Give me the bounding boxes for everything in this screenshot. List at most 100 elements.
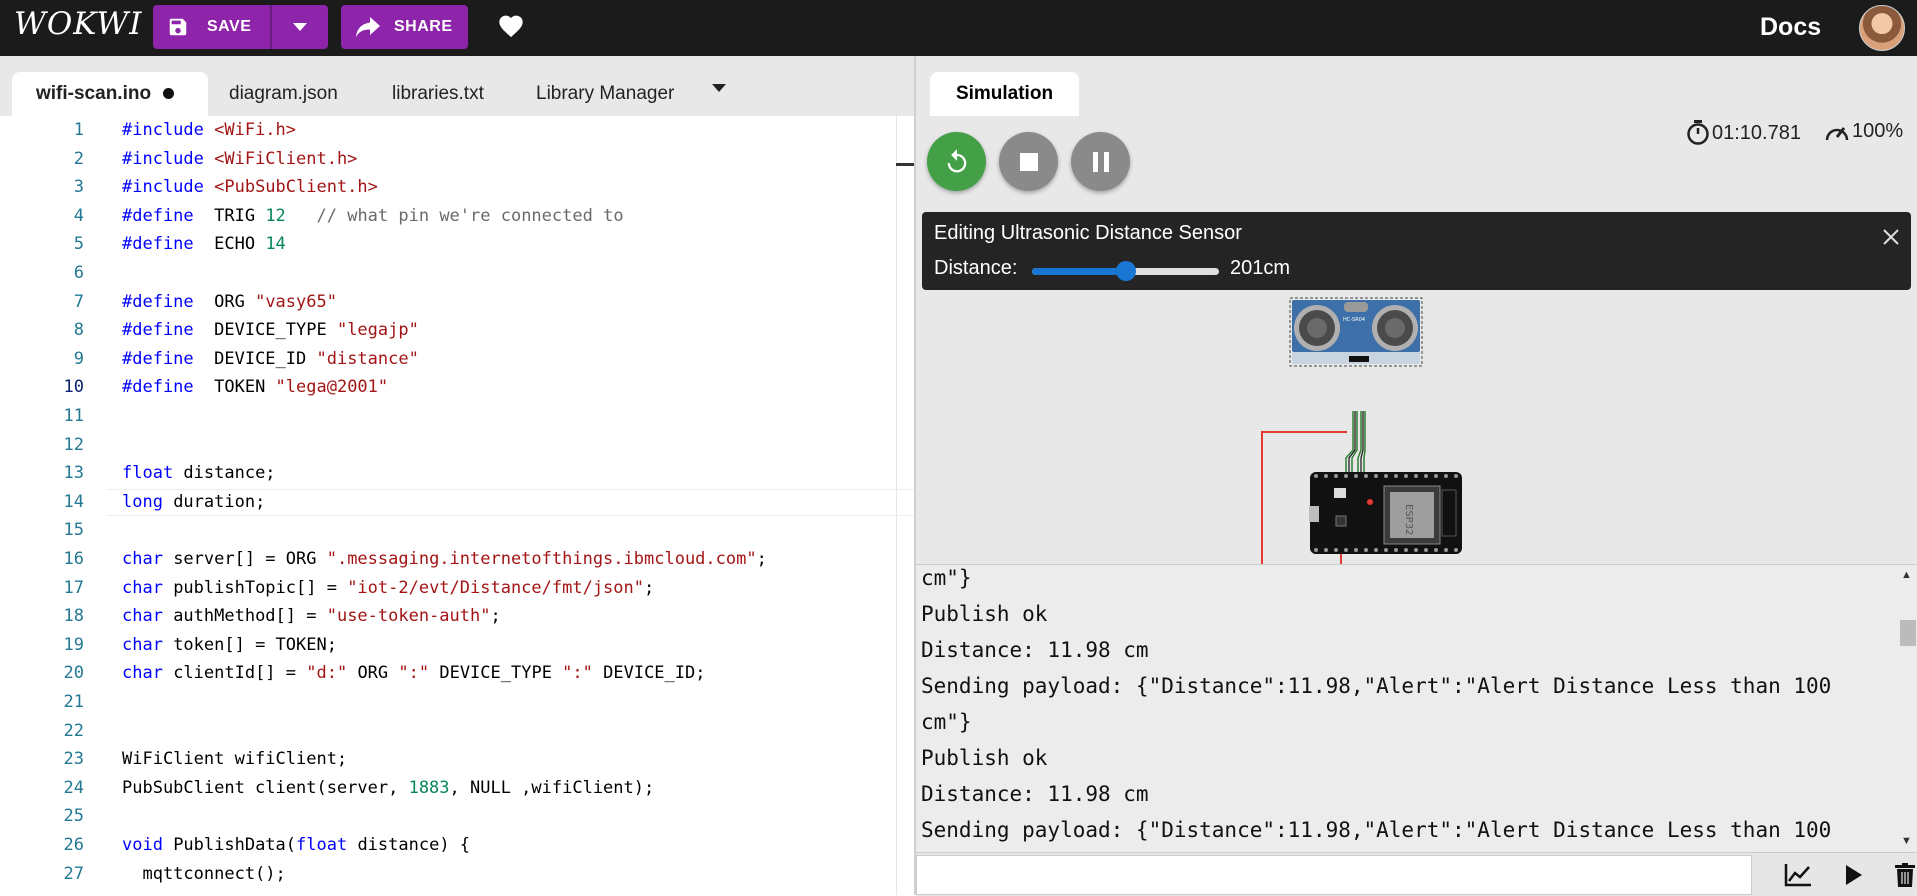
code-line: 7 #define ORG "vasy65" [0, 288, 896, 316]
code-line: 22 [0, 717, 896, 745]
speed-value: 100% [1852, 120, 1904, 142]
editor-scrollbar[interactable] [896, 116, 914, 895]
esp32-board[interactable]: ESP32 [1309, 472, 1462, 554]
user-avatar[interactable] [1859, 5, 1905, 51]
top-bar: WOKWI SAVE SHARE Docs [0, 0, 1917, 56]
line-number: 4 [73, 205, 84, 226]
chart-line-icon [1784, 864, 1811, 887]
code-text: #define TRIG 12 // what pin we're connec… [122, 205, 624, 226]
stop-button[interactable] [999, 132, 1058, 191]
heart-icon [499, 15, 523, 38]
line-number: 14 [63, 491, 84, 512]
distance-slider[interactable] [1032, 261, 1219, 281]
save-button[interactable]: SAVE [153, 5, 270, 49]
code-line: 10 #define TOKEN "lega@2001" [0, 373, 896, 401]
line-number: 22 [63, 720, 84, 741]
serial-line: Distance: 11.98 cm [921, 638, 1149, 662]
tabs-dropdown-icon[interactable] [712, 84, 726, 92]
close-icon[interactable] [1882, 228, 1900, 246]
wokwi-logo[interactable]: WOKWI [14, 6, 142, 42]
stop-icon [1019, 152, 1038, 171]
play-icon [1846, 865, 1862, 885]
tab-libraries-txt[interactable]: libraries.txt [392, 72, 484, 116]
code-line: 1 #include <WiFi.h> [0, 116, 896, 144]
code-text: PubSubClient client(server, 1883, NULL ,… [122, 777, 655, 798]
simulation-speed: 100% [1824, 120, 1903, 143]
code-editor[interactable]: 1 #include <WiFi.h> 2 #include <WiFiClient.… [0, 116, 914, 895]
code-text: #define ORG "vasy65" [122, 291, 337, 312]
code-text: #define DEVICE_ID "distance" [122, 348, 419, 369]
line-number: 5 [73, 234, 84, 255]
pause-button[interactable] [1071, 132, 1130, 191]
share-label: SHARE [394, 18, 453, 35]
code-line: 4 #define TRIG 12 // what pin we're conne… [0, 202, 896, 230]
line-number: 3 [73, 177, 84, 198]
serial-line: Sending payload: {"Distance":11.98,"Aler… [921, 818, 1832, 842]
code-line: 20 char clientId[] = "d:" ORG ":" DEVICE_… [0, 659, 896, 687]
line-number: 21 [63, 692, 84, 712]
tab-wifi-scan[interactable]: wifi-scan.ino [12, 72, 208, 116]
code-line: 21 [0, 688, 896, 716]
simulation-pane: Simulation 01:10.781 100% Editing Ultras… [916, 56, 1917, 588]
code-text: #define DEVICE_TYPE "legajp" [122, 320, 419, 341]
line-number: 27 [63, 863, 84, 884]
code-line: 6 [0, 259, 896, 287]
scroll-up-icon[interactable]: ▲ [1901, 569, 1912, 581]
line-number: 26 [63, 835, 84, 855]
slider-thumb[interactable] [1115, 261, 1136, 281]
serial-monitor[interactable]: cm"} Publish ok Distance: 11.98 cm Sending … [916, 564, 1917, 853]
stopwatch-icon [1687, 120, 1709, 145]
tab-label: wifi-scan.ino [36, 83, 152, 104]
tab-library-manager[interactable]: Library Manager [536, 72, 674, 116]
save-label: SAVE [207, 18, 252, 35]
scroll-down-icon[interactable]: ▼ [1901, 835, 1912, 847]
like-button[interactable] [497, 12, 525, 43]
slider-fill [1032, 268, 1126, 275]
code-text: char publishTopic[] = "iot-2/evt/Distanc… [122, 577, 655, 598]
save-dropdown-button[interactable] [272, 5, 328, 49]
code-text: char authMethod[] = "use-token-auth"; [122, 606, 501, 627]
line-number: 12 [63, 434, 84, 455]
distance-value: 201cm [1230, 257, 1291, 279]
line-number: 11 [63, 406, 84, 426]
speedometer-icon [1825, 126, 1849, 140]
tab-diagram-json[interactable]: diagram.json [229, 72, 338, 116]
code-text: #include <WiFi.h> [122, 120, 297, 140]
resume-autoscroll-button[interactable] [1834, 856, 1874, 894]
line-number: 25 [63, 806, 84, 827]
code-line: 16 char server[] = ORG ".messaging.intern… [0, 545, 896, 573]
share-button[interactable]: SHARE [341, 5, 468, 49]
line-number: 24 [63, 777, 84, 798]
serial-input[interactable] [916, 855, 1752, 895]
line-number: 6 [73, 263, 84, 283]
line-number: 17 [63, 577, 84, 598]
code-line: 2 #include <WiFiClient.h> [0, 145, 896, 173]
line-number: 10 [63, 377, 84, 398]
serial-line: Distance: 11.98 cm [921, 782, 1149, 806]
line-number: 1 [73, 120, 84, 140]
line-number: 18 [63, 606, 84, 627]
serial-line: Sending payload: {"Distance":11.98,"Aler… [921, 674, 1832, 698]
ultrasonic-sensor[interactable]: HC-SR04 [1289, 297, 1423, 367]
code-line: 23 WiFiClient wifiClient; [0, 745, 896, 773]
code-text: #include <PubSubClient.h> [122, 177, 378, 198]
sensor-label: HC-SR04 [1343, 317, 1365, 323]
restart-button[interactable] [927, 132, 986, 191]
serial-scrollbar[interactable]: ▲ ▼ [1896, 565, 1917, 853]
simulation-canvas[interactable]: HC-SR04 ESP32 [916, 290, 1917, 588]
code-line: 17 char publishTopic[] = "iot-2/evt/Dista… [0, 574, 896, 602]
clear-button[interactable] [1885, 856, 1917, 894]
docs-link[interactable]: Docs [1760, 13, 1821, 42]
pause-icon [1092, 151, 1109, 172]
scroll-thumb[interactable] [1900, 620, 1916, 646]
code-text: char server[] = ORG ".messaging.internet… [122, 549, 767, 569]
code-line: 27 mqttconnect(); [0, 860, 896, 888]
tab-simulation[interactable]: Simulation [930, 72, 1079, 116]
serial-line: cm"} [921, 566, 972, 590]
code-text: #define ECHO 14 [122, 234, 286, 255]
caret-down-icon [293, 23, 307, 31]
line-number: 8 [73, 320, 84, 341]
scroll-position-marker [896, 163, 914, 166]
line-number: 13 [63, 463, 84, 484]
plotter-button[interactable] [1778, 856, 1818, 894]
